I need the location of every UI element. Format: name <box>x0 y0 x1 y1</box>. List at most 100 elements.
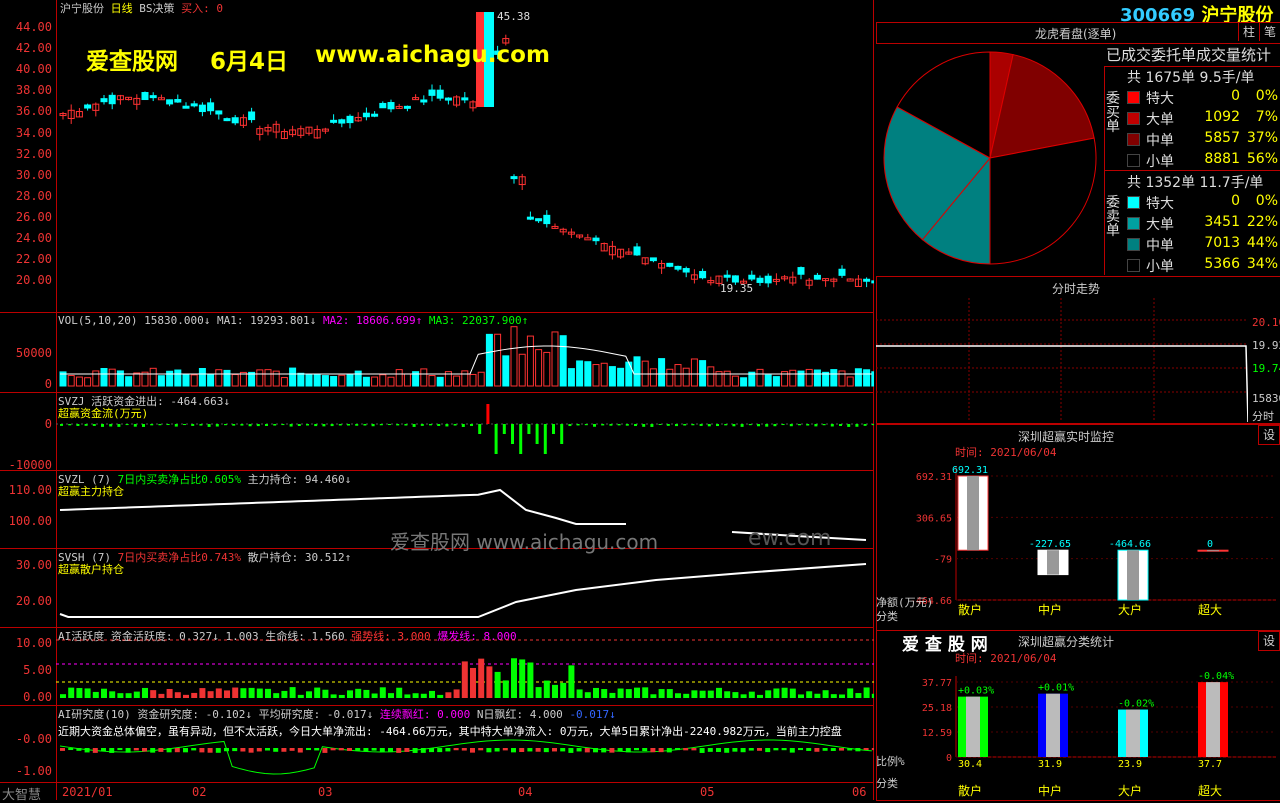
volume-bar <box>592 364 600 387</box>
stroke-toggle-button[interactable]: 笔 <box>1259 23 1280 41</box>
research-bar <box>593 748 598 753</box>
monitor-settings-button[interactable]: 设 <box>1258 425 1280 445</box>
activity-bar <box>593 687 599 698</box>
outflow-bar <box>830 424 834 427</box>
outflow-bar <box>716 424 719 427</box>
research-chart[interactable] <box>56 706 874 782</box>
volume-bar <box>297 372 305 387</box>
classify-bar-chart[interactable]: 37.77 25.18 12.59 0 +0.03% 30.4 散户 +0.01% 31.9 中户… <box>876 662 1279 799</box>
outflow-bar <box>183 424 186 426</box>
retail-chart[interactable] <box>56 550 874 626</box>
activity-bar <box>330 694 337 698</box>
classify-value: 37.7 <box>1198 759 1222 770</box>
volume-bar <box>157 375 165 387</box>
activity-bar <box>371 693 378 698</box>
outflow-bar <box>281 424 285 426</box>
research-bar <box>68 748 74 751</box>
volume-bar <box>567 368 575 387</box>
volume-chart[interactable] <box>56 326 874 390</box>
classify-change: -0.04% <box>1198 671 1234 682</box>
volume-bar <box>149 367 157 387</box>
candle-body <box>149 95 157 99</box>
activity-bar <box>552 684 558 698</box>
research-bar <box>388 748 393 753</box>
activity-bar <box>748 691 755 698</box>
classify-bar-stripe <box>1126 709 1140 757</box>
activity-bar <box>470 667 476 698</box>
activity-bar <box>839 694 845 698</box>
candle-body <box>387 102 395 110</box>
price-line <box>876 345 1248 422</box>
volume-bar <box>420 368 428 387</box>
research-bar <box>584 748 590 753</box>
monitor-bar <box>1117 549 1149 601</box>
volume-bar <box>264 369 272 387</box>
research-bar <box>215 748 221 753</box>
volume-bar <box>731 375 739 387</box>
research-bar <box>642 748 648 752</box>
sell-side-label: 委卖单 <box>1106 195 1120 239</box>
candle-body <box>723 274 731 278</box>
monitor-bar-stripe <box>1047 550 1059 575</box>
outflow-bar <box>765 424 769 427</box>
volume-bar <box>371 376 379 387</box>
outflow-bar <box>494 424 498 454</box>
price-axis-tick: 42.00 <box>15 41 52 56</box>
volume-bar <box>75 376 83 387</box>
activity-bar <box>732 692 739 698</box>
monitor-bar-chart[interactable]: 692.31306.65-79-464.66692.31散户-227.65中户-… <box>876 456 1279 628</box>
activity-bar <box>224 690 230 698</box>
activity-bar <box>437 694 444 698</box>
volume-bar <box>313 373 321 387</box>
classify-settings-button[interactable]: 设 <box>1258 631 1280 651</box>
research-bar <box>625 748 631 753</box>
research-bar <box>437 748 443 753</box>
research-bar <box>527 748 533 752</box>
candle-body <box>100 98 108 103</box>
outflow-bar <box>248 424 252 427</box>
outflow-bar <box>527 424 531 434</box>
monitor-bar-label: -227.65 <box>1029 539 1071 550</box>
pie-slice <box>989 137 1097 265</box>
volume-bar <box>559 335 567 387</box>
column-toggle-button[interactable]: 柱 <box>1238 23 1259 41</box>
outflow-bar <box>133 424 137 427</box>
order-pct: 0% <box>1255 88 1278 104</box>
volume-bar <box>108 368 116 387</box>
order-pie-chart[interactable] <box>876 44 1104 274</box>
price-axis-tick: 20.00 <box>15 273 52 288</box>
candle-body <box>84 104 92 109</box>
activity-bar <box>740 694 747 698</box>
activity-bar <box>584 692 591 698</box>
monitor-bar-stripe <box>967 476 979 551</box>
research-bar <box>560 748 566 752</box>
fenshi-title: 分时走势 <box>1052 282 1101 296</box>
outflow-bar <box>297 424 301 426</box>
legend-swatch <box>1127 196 1140 209</box>
fund-flow-chart[interactable] <box>56 394 874 470</box>
research-bar <box>568 748 574 753</box>
research-bar <box>281 748 287 752</box>
activity-bar <box>625 689 632 698</box>
volume-bar <box>633 356 641 387</box>
outflow-bar <box>781 424 785 426</box>
volume-bar <box>526 335 534 387</box>
volume-bar <box>863 369 871 387</box>
outflow-bar <box>338 424 342 426</box>
classify-bar-stripe <box>966 696 980 757</box>
outflow-bar <box>806 424 810 426</box>
legend-swatch <box>1127 133 1140 146</box>
outflow-bar <box>92 424 96 426</box>
outflow-bar <box>256 424 260 427</box>
main-force-line <box>59 488 626 525</box>
intraday-chart[interactable] <box>876 298 1248 422</box>
candle-body <box>223 118 231 122</box>
date-tick: 2021/01 <box>62 785 113 799</box>
candle-body <box>428 89 436 96</box>
research-bar <box>691 748 697 751</box>
fenshi-axis: 19.74 <box>1252 362 1280 375</box>
activity-chart[interactable] <box>56 628 874 704</box>
ai-axis-0: 0.00 <box>23 690 52 704</box>
volume-bar <box>116 370 124 387</box>
outflow-bar <box>101 424 104 427</box>
